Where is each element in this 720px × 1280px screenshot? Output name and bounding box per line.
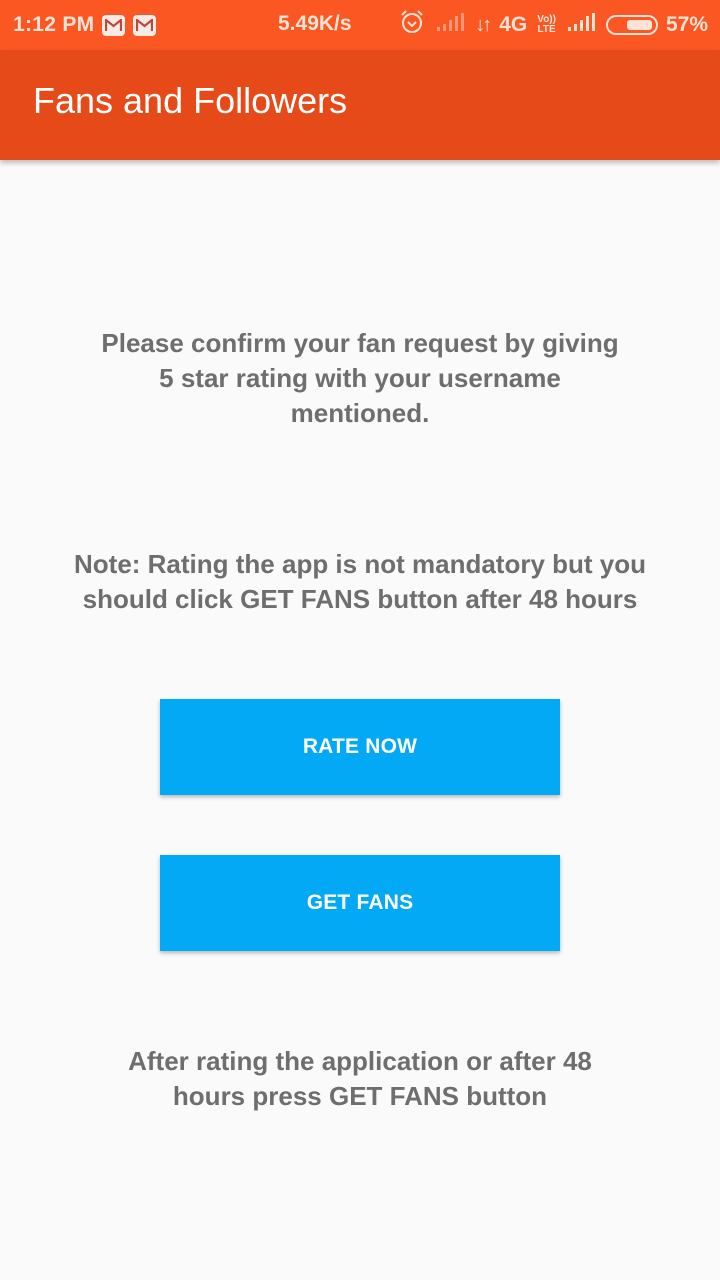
battery-percent: 57% (665, 13, 708, 36)
app-title: Fans and Followers (33, 80, 348, 121)
app-bar: Fans and Followers (0, 50, 720, 160)
confirm-message: Please confirm your fan request by givin… (101, 328, 619, 428)
gmail-icon (102, 14, 126, 36)
battery-level-fill (626, 20, 652, 30)
footer-message: After rating the application or after 48… (128, 1046, 592, 1111)
signal-strength-sim1-icon (435, 12, 465, 38)
volte-icon: Vo)) LTE (537, 15, 556, 35)
alarm-icon (399, 9, 425, 41)
status-bar-right: ↓↑ 4G Vo)) LTE 57% (389, 0, 708, 50)
status-bar: 1:12 PM 5.49K/s ↓↑ 4G Vo)) LTE 57% (0, 0, 720, 50)
signal-strength-sim2-icon (566, 12, 596, 38)
get-fans-button[interactable]: GET FANS (160, 855, 560, 951)
note-message: Note: Rating the app is not mandatory bu… (74, 549, 646, 614)
network-type: 4G (499, 13, 528, 36)
status-time: 1:12 PM (13, 13, 95, 36)
gmail-icon (133, 14, 157, 36)
volte-line2: LTE (537, 24, 556, 35)
battery-icon (605, 15, 658, 35)
data-activity-icon: ↓↑ (475, 13, 492, 36)
rate-now-button[interactable]: RATE NOW (160, 699, 560, 795)
status-bar-left: 1:12 PM (0, 13, 157, 37)
network-speed: 5.49K/s (278, 12, 352, 35)
